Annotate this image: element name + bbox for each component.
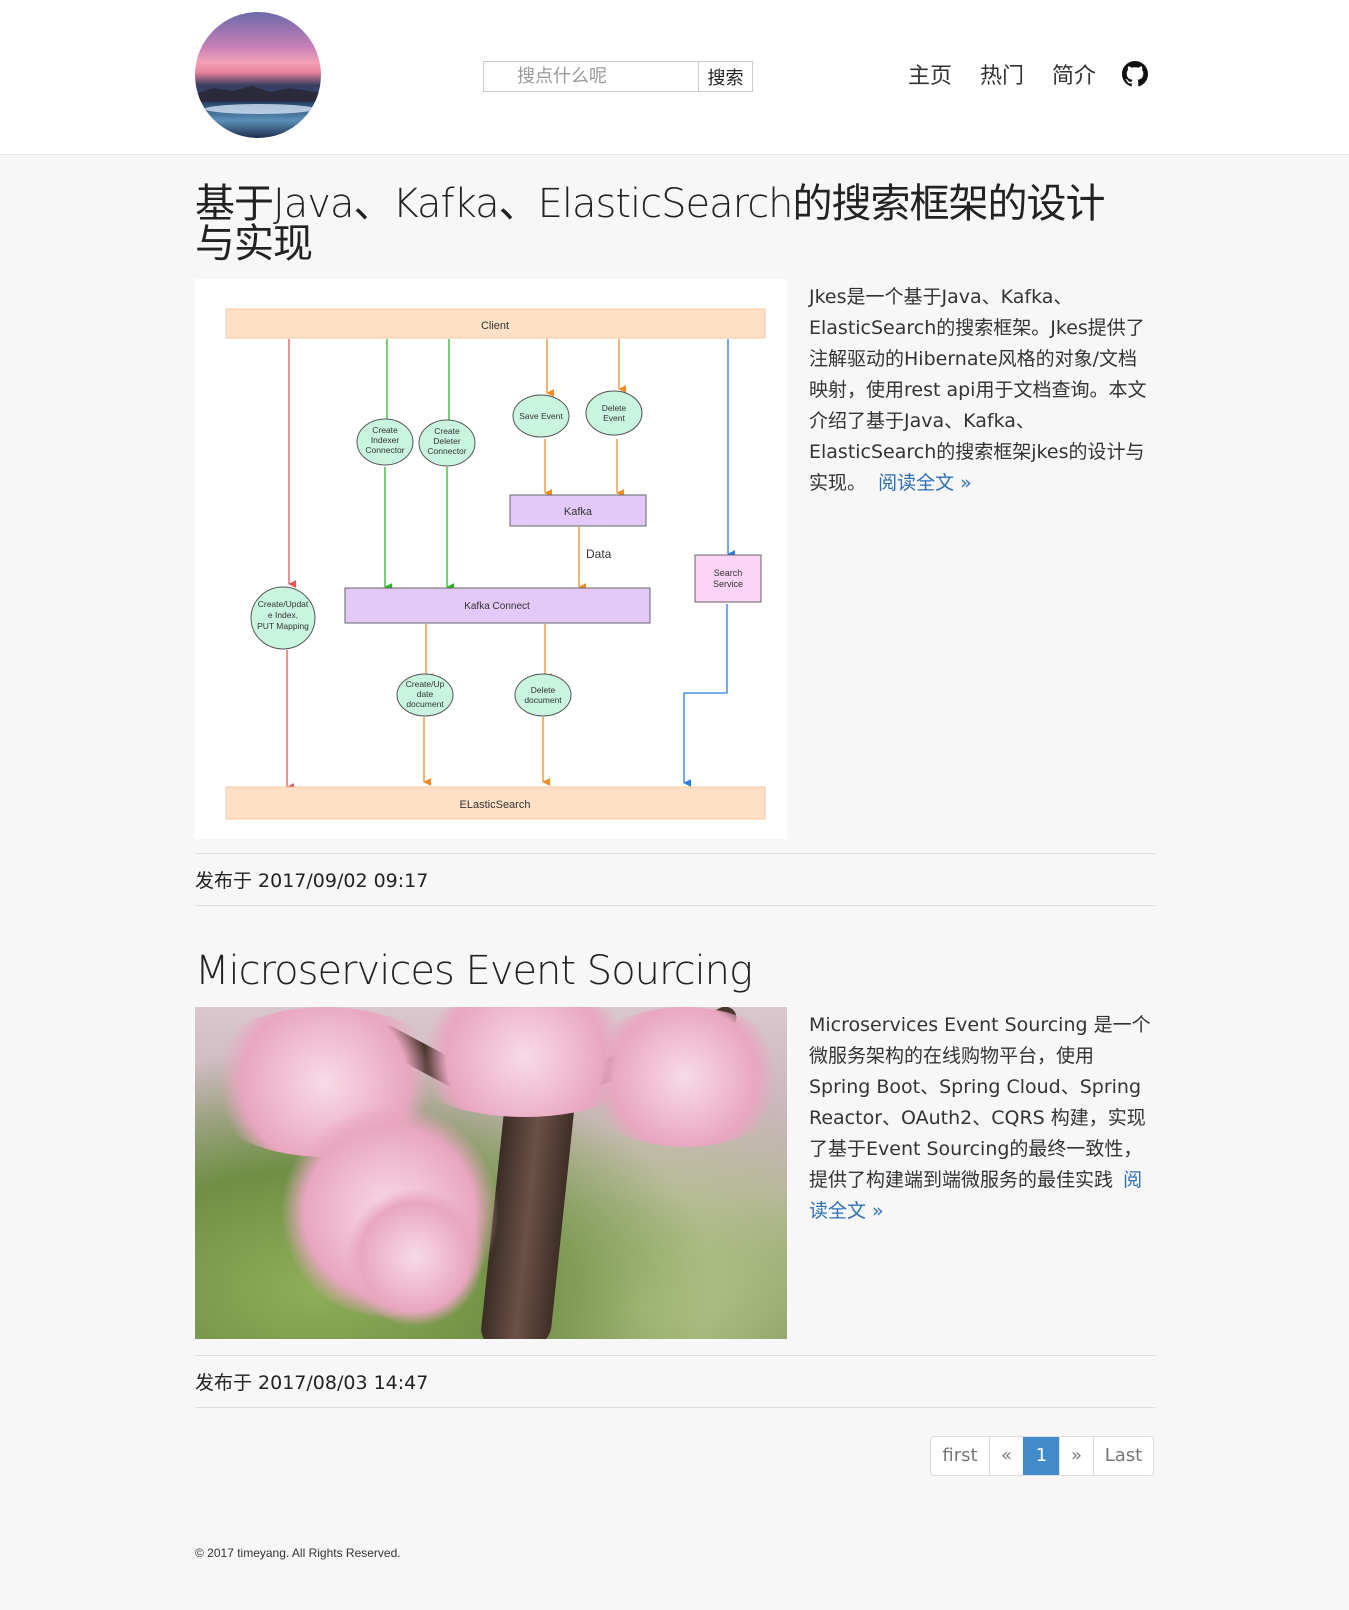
diagram-create-update-index-2: e Index, xyxy=(268,610,298,620)
diagram-create-deleter-2: Deleter xyxy=(433,436,461,446)
post-date: 发布于 2017/08/03 14:47 xyxy=(195,1372,429,1394)
diagram-delete-event-1: Delete xyxy=(602,403,627,413)
post-excerpt-text: Jkes是一个基于Java、Kafka、ElasticSearch的搜索框架。J… xyxy=(809,286,1147,494)
nav-item-hot[interactable]: 热门 xyxy=(980,58,1024,90)
post-excerpt-text: Microservices Event Sourcing 是一个微服务架构的在线… xyxy=(809,1014,1151,1191)
github-icon[interactable] xyxy=(1122,61,1149,87)
pagination-prev[interactable]: « xyxy=(989,1437,1023,1475)
pagination: first « 1 » Last xyxy=(930,1436,1154,1476)
diagram-create-update-index-1: Create/Updat xyxy=(258,599,309,609)
diagram-client-label: Client xyxy=(481,320,509,332)
diagram-kafka-label: Kafka xyxy=(564,506,593,518)
avatar-landscape xyxy=(195,86,321,102)
avatar[interactable] xyxy=(195,12,321,138)
pagination-page-1[interactable]: 1 xyxy=(1023,1437,1059,1475)
architecture-diagram: Client ELasticSearch Kafka Kafka Connect… xyxy=(225,308,766,820)
diagram-kafka-connect-label: Kafka Connect xyxy=(464,601,530,612)
blossom-cluster xyxy=(575,1007,787,1147)
read-more-link[interactable]: 阅读全文 » xyxy=(878,472,972,494)
diagram-create-update-doc-3: document xyxy=(406,699,444,709)
diagram-data-label: Data xyxy=(586,547,612,561)
diagram-elasticsearch-label: ELasticSearch xyxy=(460,799,531,811)
post-meta: 发布于 2017/08/03 14:47 xyxy=(195,1355,1155,1408)
diagram-create-indexer-2: Indexer xyxy=(371,435,400,445)
diagram-save-event-label: Save Event xyxy=(519,411,563,421)
post-excerpt: Microservices Event Sourcing 是一个微服务架构的在线… xyxy=(809,1007,1155,1339)
post-1: 基于Java、Kafka、ElasticSearch的搜索框架的设计与实现 Cl… xyxy=(195,184,1155,906)
search-form: 搜索 xyxy=(483,61,753,92)
diagram-delete-event-2: Event xyxy=(603,413,625,423)
site-header: 搜索 主页 热门 简介 xyxy=(0,0,1349,155)
diagram-service-label: Service xyxy=(713,579,743,589)
post-meta: 发布于 2017/09/02 09:17 xyxy=(195,853,1155,906)
diagram-create-update-doc-2: date xyxy=(417,689,434,699)
diagram-create-indexer-3: Connector xyxy=(365,445,404,455)
diagram-delete-doc-1: Delete xyxy=(531,685,556,695)
nav-item-home[interactable]: 主页 xyxy=(908,58,952,90)
footer-copyright: © 2017 timeyang. All Rights Reserved. xyxy=(195,1546,401,1560)
diagram-create-update-index-3: PUT Mapping xyxy=(257,621,309,631)
post-title[interactable]: Microservices Event Sourcing xyxy=(195,951,1155,991)
nav-item-about[interactable]: 简介 xyxy=(1052,58,1096,90)
search-button[interactable]: 搜索 xyxy=(698,62,752,91)
avatar-wave xyxy=(205,104,315,114)
post-thumbnail[interactable] xyxy=(195,1007,787,1339)
diagram-search-label: Search xyxy=(714,568,743,578)
diagram-create-deleter-3: Connector xyxy=(427,446,466,456)
diagram-create-deleter-1: Create xyxy=(434,426,460,436)
diagram-create-indexer-1: Create xyxy=(372,425,398,435)
post-excerpt: Jkes是一个基于Java、Kafka、ElasticSearch的搜索框架。J… xyxy=(809,279,1155,839)
post-thumbnail[interactable]: Client ELasticSearch Kafka Kafka Connect… xyxy=(195,279,787,839)
blossom-tree-image xyxy=(195,1007,787,1339)
diagram-delete-doc-2: document xyxy=(524,695,562,705)
diagram-create-update-doc-1: Create/Up xyxy=(406,679,445,689)
pagination-first[interactable]: first xyxy=(931,1437,989,1475)
main-nav: 主页 热门 简介 xyxy=(908,58,1149,90)
search-input[interactable] xyxy=(484,62,698,91)
post-title[interactable]: 基于Java、Kafka、ElasticSearch的搜索框架的设计与实现 xyxy=(195,184,1135,264)
post-date: 发布于 2017/09/02 09:17 xyxy=(195,870,429,892)
post-2: Microservices Event Sourcing Microservic… xyxy=(195,951,1155,1408)
pagination-last[interactable]: Last xyxy=(1093,1437,1153,1475)
blossom-cluster xyxy=(345,1187,485,1327)
pagination-next[interactable]: » xyxy=(1059,1437,1093,1475)
